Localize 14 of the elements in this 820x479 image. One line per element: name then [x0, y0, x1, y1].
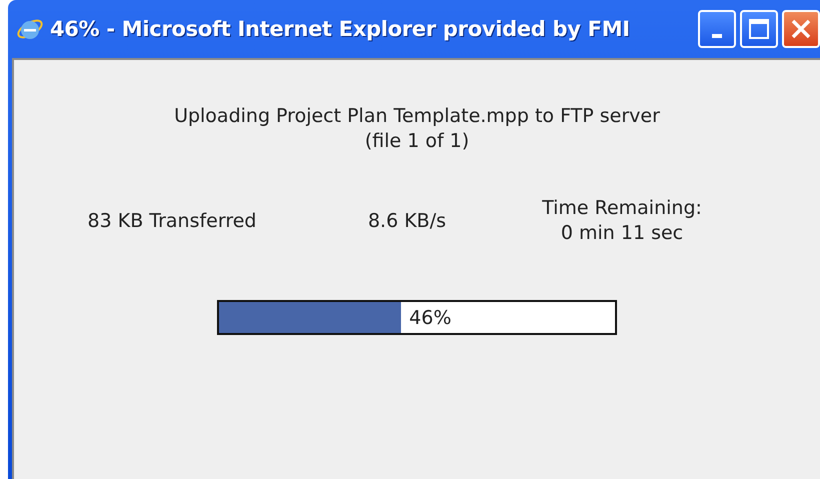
- file-count: (file 1 of 1): [364, 129, 470, 154]
- progress-label: 46%: [408, 306, 452, 328]
- upload-message: Uploading Project Plan Template.mpp to FTP server: [174, 104, 660, 129]
- time-remaining-label: Time Remaining:: [541, 196, 703, 221]
- window-title: 46% - Microsoft Internet Explorer provided by FMI: [50, 17, 630, 41]
- time-remaining-value: 0 min 11 sec: [560, 221, 684, 246]
- minimize-button[interactable]: [698, 10, 736, 48]
- transferred-text: 83 KB Transferred: [86, 208, 258, 234]
- minimize-icon: [712, 34, 722, 38]
- close-icon: [790, 18, 812, 40]
- maximize-button[interactable]: [740, 10, 778, 48]
- transfer-rate: 8.6 KB/s: [366, 208, 448, 234]
- maximize-icon: [748, 18, 770, 40]
- close-button[interactable]: [782, 10, 820, 48]
